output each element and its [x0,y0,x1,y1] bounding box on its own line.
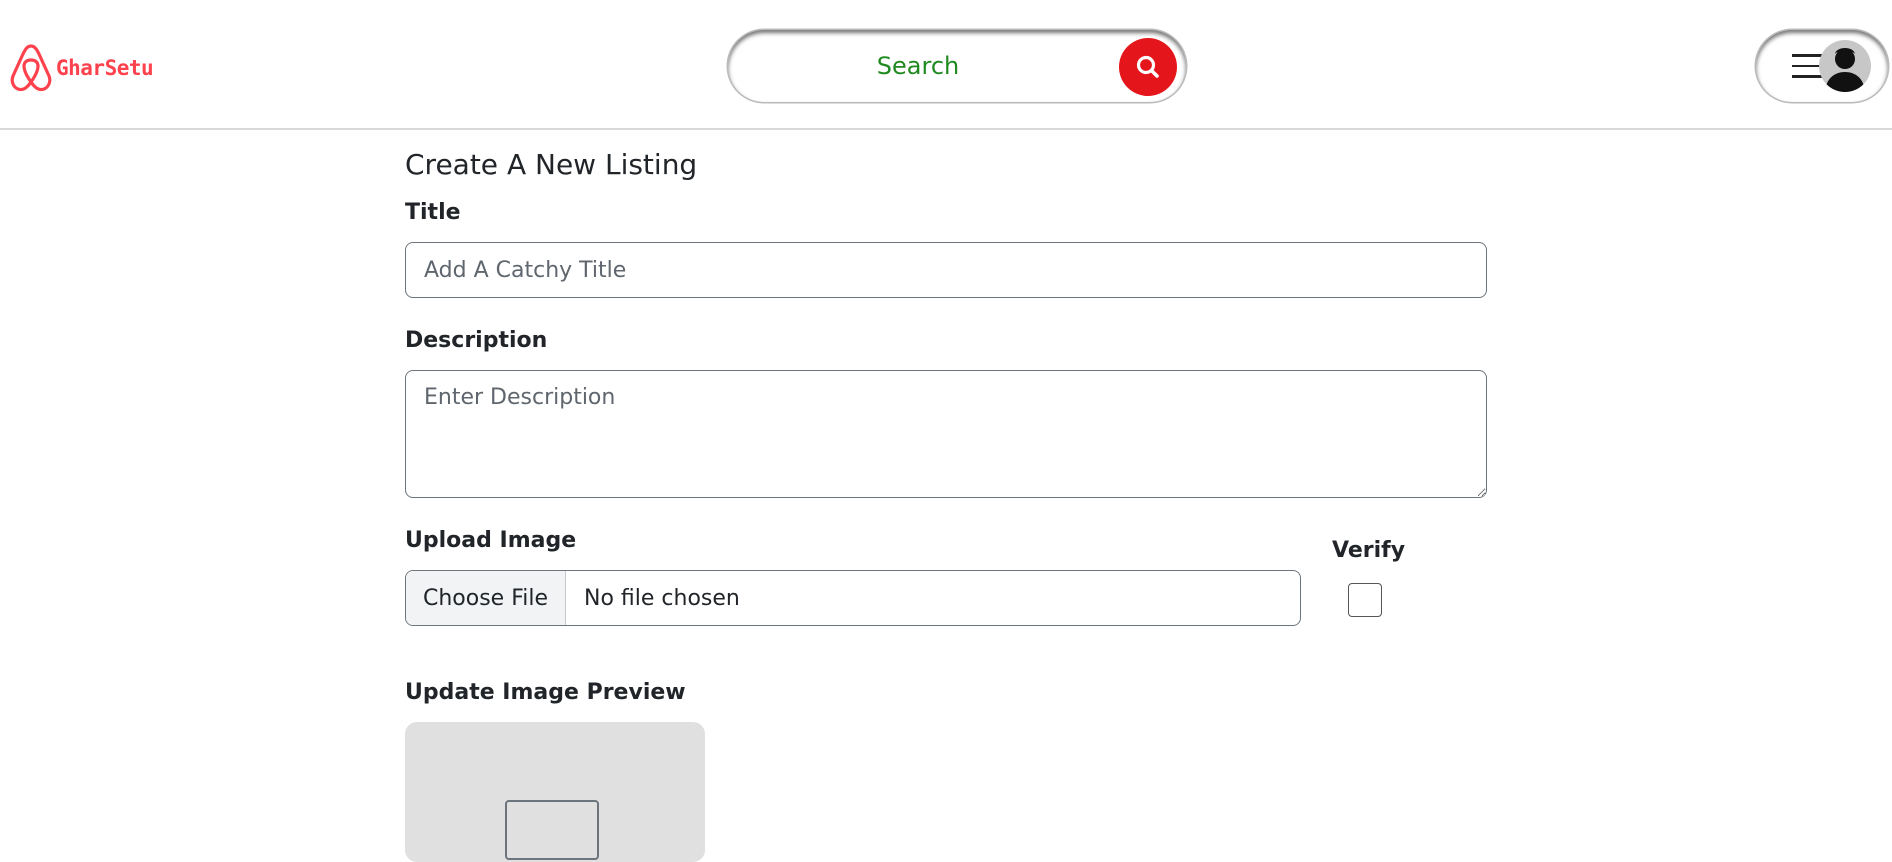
file-status-text: No file chosen [584,585,740,611]
file-input[interactable]: Choose File No file chosen [405,570,1301,626]
search-button[interactable] [1119,38,1177,96]
page-title: Create A New Listing [405,148,698,181]
user-avatar-icon [1819,40,1871,92]
image-placeholder-icon [505,800,599,860]
search-icon [1136,55,1159,78]
choose-file-button[interactable]: Choose File [406,571,566,625]
profile-menu-button[interactable] [1756,30,1888,102]
hamburger-menu-icon [1792,54,1822,78]
upload-image-label: Upload Image [405,528,577,553]
title-label: Title [405,200,461,225]
top-navbar: GharSetu [0,0,1892,130]
brand-name: GharSetu [56,56,154,80]
verify-checkbox[interactable] [1348,583,1382,617]
description-label: Description [405,328,548,353]
image-preview-card [405,722,705,862]
search-input[interactable] [748,40,1088,92]
title-input[interactable] [405,242,1487,298]
airbnb-style-logo-icon [10,44,52,92]
brand-logo-link[interactable]: GharSetu [8,42,154,94]
search-bar [728,30,1186,102]
verify-label: Verify [1332,538,1406,563]
description-textarea[interactable] [405,370,1487,498]
image-preview-label: Update Image Preview [405,680,686,705]
